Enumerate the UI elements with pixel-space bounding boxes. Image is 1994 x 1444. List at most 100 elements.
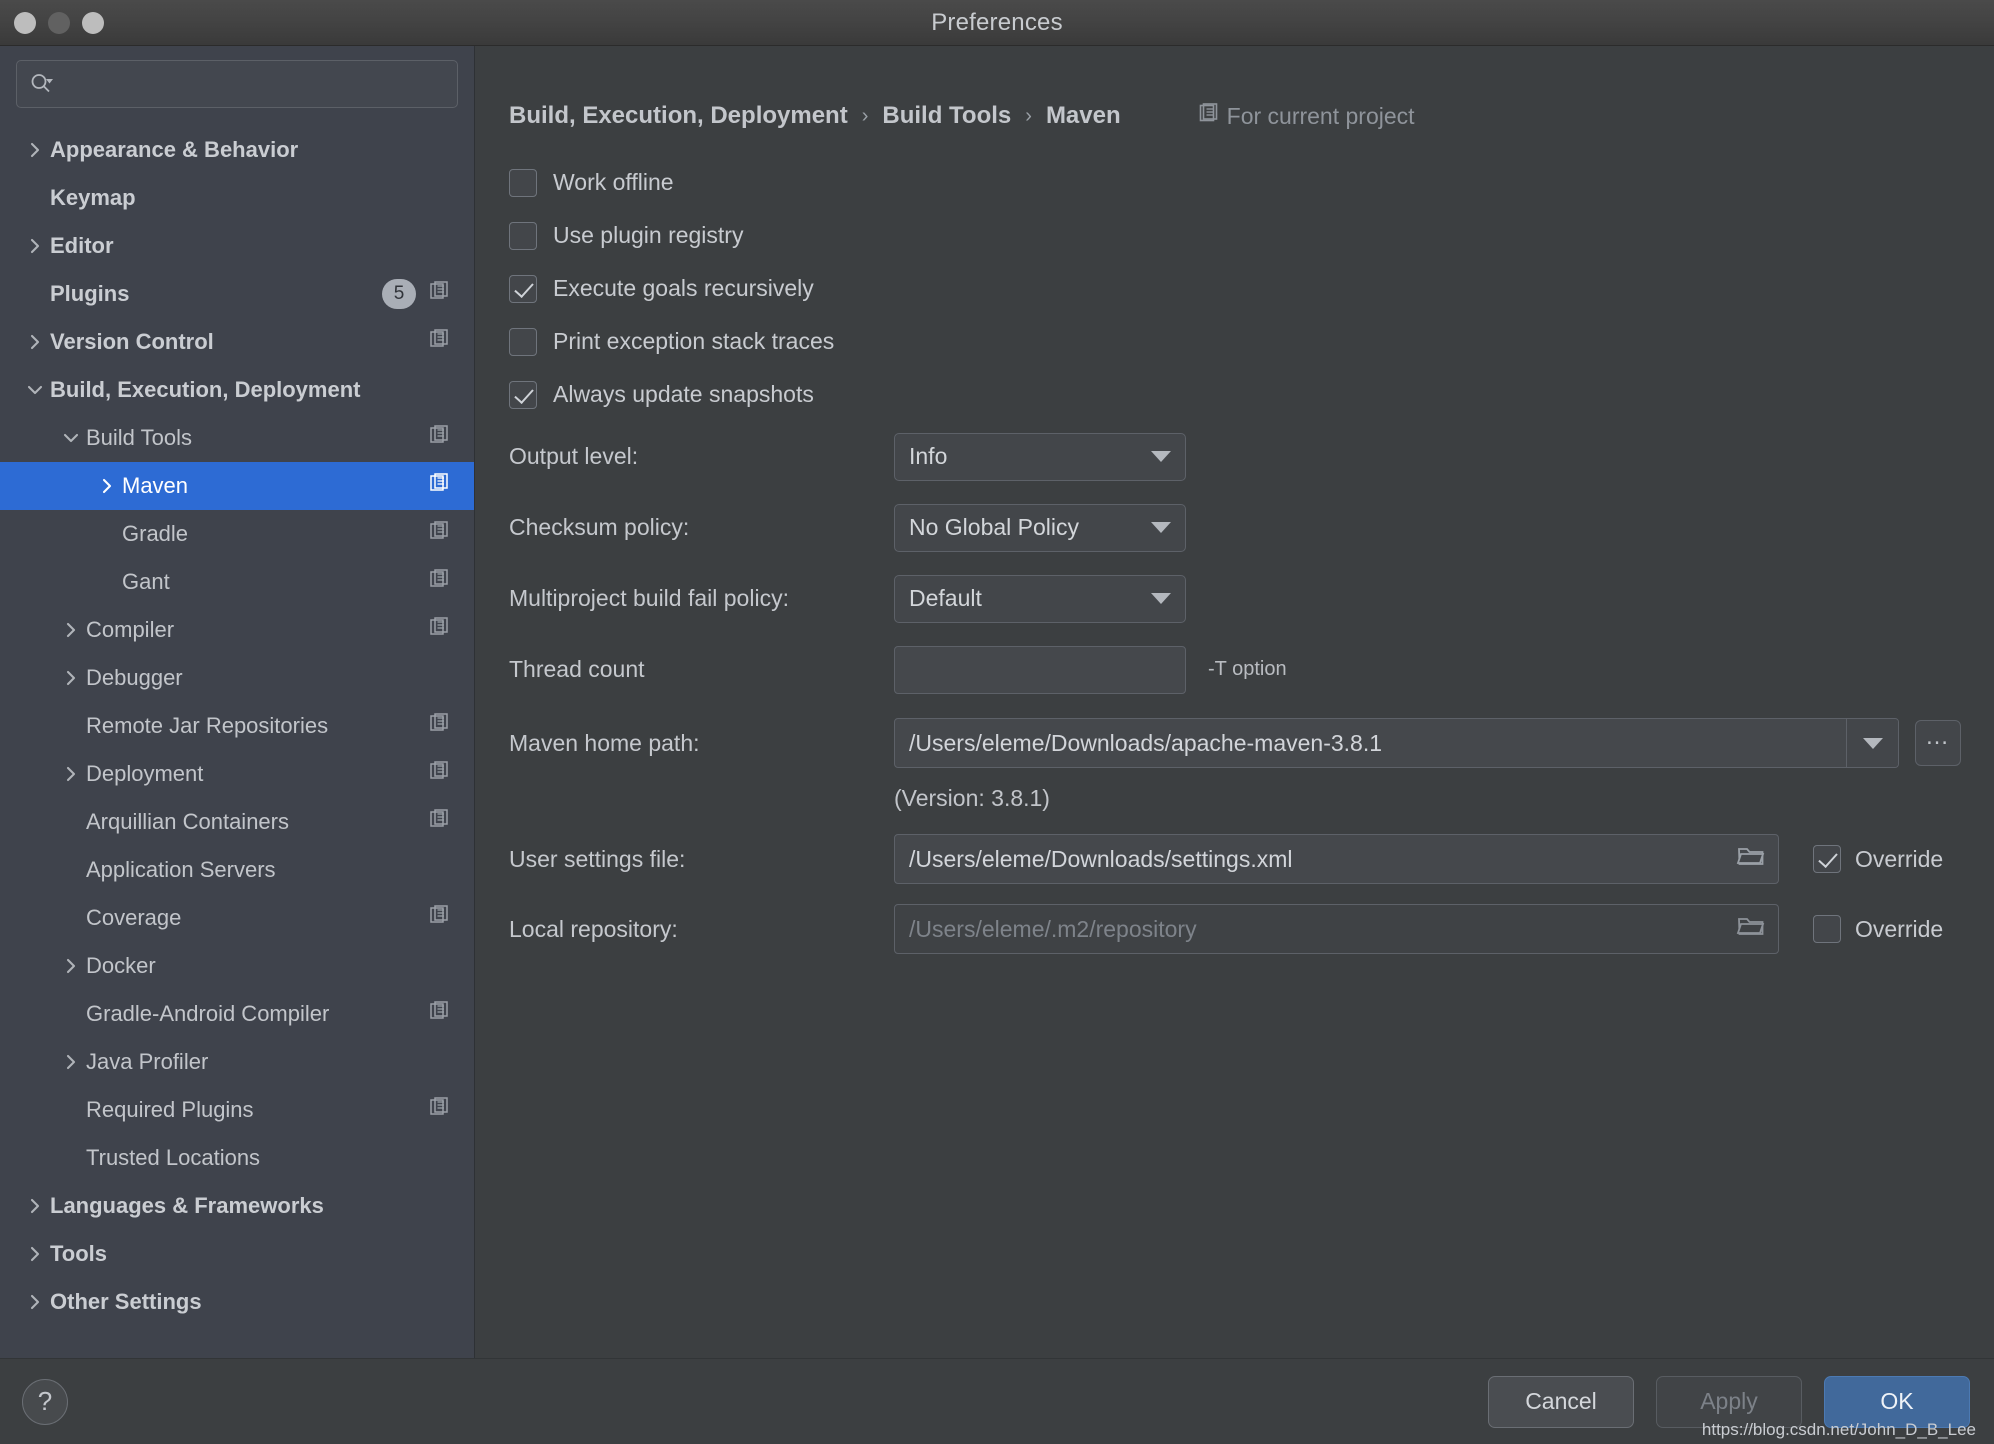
chevron-right-icon[interactable] bbox=[56, 620, 86, 640]
sidebar-item-editor[interactable]: Editor bbox=[0, 222, 474, 270]
sidebar-item-gant[interactable]: Gant bbox=[0, 558, 474, 606]
chevron-right-icon[interactable] bbox=[20, 1292, 50, 1312]
checkbox-print-exception-stack-traces[interactable] bbox=[509, 327, 537, 356]
local-repository-override-checkbox[interactable] bbox=[1813, 915, 1841, 943]
close-window-button[interactable] bbox=[14, 11, 36, 34]
zoom-window-button[interactable] bbox=[82, 11, 104, 34]
multiproject-policy-dropdown[interactable]: Default bbox=[894, 574, 1186, 623]
sidebar-item-compiler[interactable]: Compiler bbox=[0, 606, 474, 654]
user-settings-override[interactable]: Override bbox=[1813, 845, 1943, 873]
maven-home-path-combobox[interactable]: /Users/eleme/Downloads/apache-maven-3.8.… bbox=[894, 718, 1899, 768]
breadcrumb-segment-1[interactable]: Build Tools bbox=[882, 102, 1011, 130]
sidebar-item-version-control[interactable]: Version Control bbox=[0, 318, 474, 366]
sidebar-item-label: Appearance & Behavior bbox=[50, 137, 299, 162]
checkbox-row-print-exception-stack-traces[interactable]: Print exception stack traces bbox=[509, 315, 1994, 368]
chevron-right-icon[interactable] bbox=[92, 476, 122, 496]
sidebar-item-application-servers[interactable]: Application Servers bbox=[0, 846, 474, 894]
project-scope-icon[interactable] bbox=[428, 280, 450, 308]
checksum-policy-dropdown[interactable]: No Global Policy bbox=[894, 503, 1186, 552]
chevron-right-icon[interactable] bbox=[20, 236, 50, 256]
local-repository-value: /Users/eleme/.m2/repository bbox=[909, 915, 1197, 942]
project-scope-icon[interactable] bbox=[428, 1000, 450, 1028]
sidebar-item-appearance-behavior[interactable]: Appearance & Behavior bbox=[0, 126, 474, 174]
sidebar-item-docker[interactable]: Docker bbox=[0, 942, 474, 990]
settings-content-panel: Build, Execution, Deployment › Build Too… bbox=[475, 46, 1994, 1358]
sidebar-item-coverage[interactable]: Coverage bbox=[0, 894, 474, 942]
chevron-right-icon[interactable] bbox=[20, 140, 50, 160]
project-scope-icon[interactable] bbox=[428, 904, 450, 932]
sidebar-item-languages-frameworks[interactable]: Languages & Frameworks bbox=[0, 1182, 474, 1230]
maven-home-path-label: Maven home path: bbox=[509, 729, 700, 756]
checkbox-row-use-plugin-registry[interactable]: Use plugin registry bbox=[509, 209, 1994, 262]
sidebar-item-keymap[interactable]: Keymap bbox=[0, 174, 474, 222]
sidebar-item-deployment[interactable]: Deployment bbox=[0, 750, 474, 798]
help-button[interactable]: ? bbox=[22, 1378, 68, 1425]
checkbox-use-plugin-registry[interactable] bbox=[509, 221, 537, 250]
chevron-right-icon[interactable] bbox=[56, 764, 86, 784]
project-scope-icon[interactable] bbox=[428, 568, 450, 596]
sidebar-item-trailing bbox=[428, 616, 450, 644]
folder-icon[interactable] bbox=[1736, 913, 1766, 945]
local-repository-override[interactable]: Override bbox=[1813, 915, 1943, 943]
checkbox-row-work-offline[interactable]: Work offline bbox=[509, 156, 1994, 209]
project-scope-icon[interactable] bbox=[428, 712, 450, 740]
sidebar-item-build-tools[interactable]: Build Tools bbox=[0, 414, 474, 462]
sidebar-item-other-settings[interactable]: Other Settings bbox=[0, 1278, 474, 1326]
folder-icon[interactable] bbox=[1736, 843, 1766, 875]
sidebar-item-gradle[interactable]: Gradle bbox=[0, 510, 474, 558]
chevron-right-icon[interactable] bbox=[20, 1196, 50, 1216]
sidebar-item-required-plugins[interactable]: Required Plugins bbox=[0, 1086, 474, 1134]
sidebar-item-arquillian-containers[interactable]: Arquillian Containers bbox=[0, 798, 474, 846]
sidebar-item-label: Deployment bbox=[86, 761, 204, 786]
project-scope-icon[interactable] bbox=[428, 472, 450, 500]
sidebar-item-trailing bbox=[428, 1000, 450, 1028]
checkbox-always-update-snapshots[interactable] bbox=[509, 380, 537, 409]
maven-home-path-dropdown-button[interactable] bbox=[1846, 719, 1898, 767]
sidebar-item-debugger[interactable]: Debugger bbox=[0, 654, 474, 702]
cancel-button[interactable]: Cancel bbox=[1488, 1375, 1634, 1428]
thread-count-input[interactable] bbox=[894, 645, 1186, 694]
sidebar-item-build-execution-deployment[interactable]: Build, Execution, Deployment bbox=[0, 366, 474, 414]
search-input[interactable] bbox=[63, 72, 445, 96]
chevron-right-icon[interactable] bbox=[20, 332, 50, 352]
sidebar-item-remote-jar-repositories[interactable]: Remote Jar Repositories bbox=[0, 702, 474, 750]
project-scope-icon[interactable] bbox=[428, 328, 450, 356]
minimize-window-button[interactable] bbox=[48, 11, 70, 34]
breadcrumb-segment-0[interactable]: Build, Execution, Deployment bbox=[509, 102, 848, 130]
user-settings-file-input[interactable]: /Users/eleme/Downloads/settings.xml bbox=[894, 834, 1779, 884]
chevron-right-icon[interactable] bbox=[56, 668, 86, 688]
chevron-right-icon[interactable] bbox=[56, 1052, 86, 1072]
chevron-down-icon[interactable] bbox=[56, 428, 86, 448]
project-scope-icon[interactable] bbox=[428, 1096, 450, 1124]
user-settings-override-checkbox[interactable] bbox=[1813, 845, 1841, 873]
project-scope-icon[interactable] bbox=[428, 760, 450, 788]
output-level-dropdown[interactable]: Info bbox=[894, 432, 1186, 481]
checkbox-row-always-update-snapshots[interactable]: Always update snapshots bbox=[509, 368, 1994, 421]
project-scope-icon[interactable] bbox=[428, 520, 450, 548]
local-repository-input[interactable]: /Users/eleme/.m2/repository bbox=[894, 904, 1779, 954]
checksum-policy-value: No Global Policy bbox=[909, 514, 1080, 540]
chevron-right-icon[interactable] bbox=[56, 956, 86, 976]
sidebar-item-maven[interactable]: Maven bbox=[0, 462, 474, 510]
chevron-down-icon bbox=[1151, 451, 1171, 462]
project-scope-icon[interactable] bbox=[428, 808, 450, 836]
search-box[interactable] bbox=[16, 60, 458, 108]
checkbox-execute-goals-recursively[interactable] bbox=[509, 274, 537, 303]
local-repository-label: Local repository: bbox=[509, 915, 678, 942]
project-scope-icon[interactable] bbox=[428, 424, 450, 452]
plugins-count-badge: 5 bbox=[382, 279, 416, 309]
maven-home-path-value[interactable]: /Users/eleme/Downloads/apache-maven-3.8.… bbox=[895, 719, 1846, 767]
maven-version-note: (Version: 3.8.1) bbox=[894, 785, 1050, 811]
chevron-right-icon[interactable] bbox=[20, 1244, 50, 1264]
project-scope-icon[interactable] bbox=[428, 616, 450, 644]
sidebar-item-gradle-android-compiler[interactable]: Gradle-Android Compiler bbox=[0, 990, 474, 1038]
breadcrumb-segment-2[interactable]: Maven bbox=[1046, 102, 1121, 130]
chevron-down-icon[interactable] bbox=[20, 380, 50, 400]
maven-home-path-browse-button[interactable]: … bbox=[1915, 720, 1961, 766]
sidebar-item-java-profiler[interactable]: Java Profiler bbox=[0, 1038, 474, 1086]
sidebar-item-plugins[interactable]: Plugins 5 bbox=[0, 270, 474, 318]
sidebar-item-tools[interactable]: Tools bbox=[0, 1230, 474, 1278]
sidebar-item-trusted-locations[interactable]: Trusted Locations bbox=[0, 1134, 474, 1182]
checkbox-row-execute-goals-recursively[interactable]: Execute goals recursively bbox=[509, 262, 1994, 315]
checkbox-work-offline[interactable] bbox=[509, 168, 537, 197]
